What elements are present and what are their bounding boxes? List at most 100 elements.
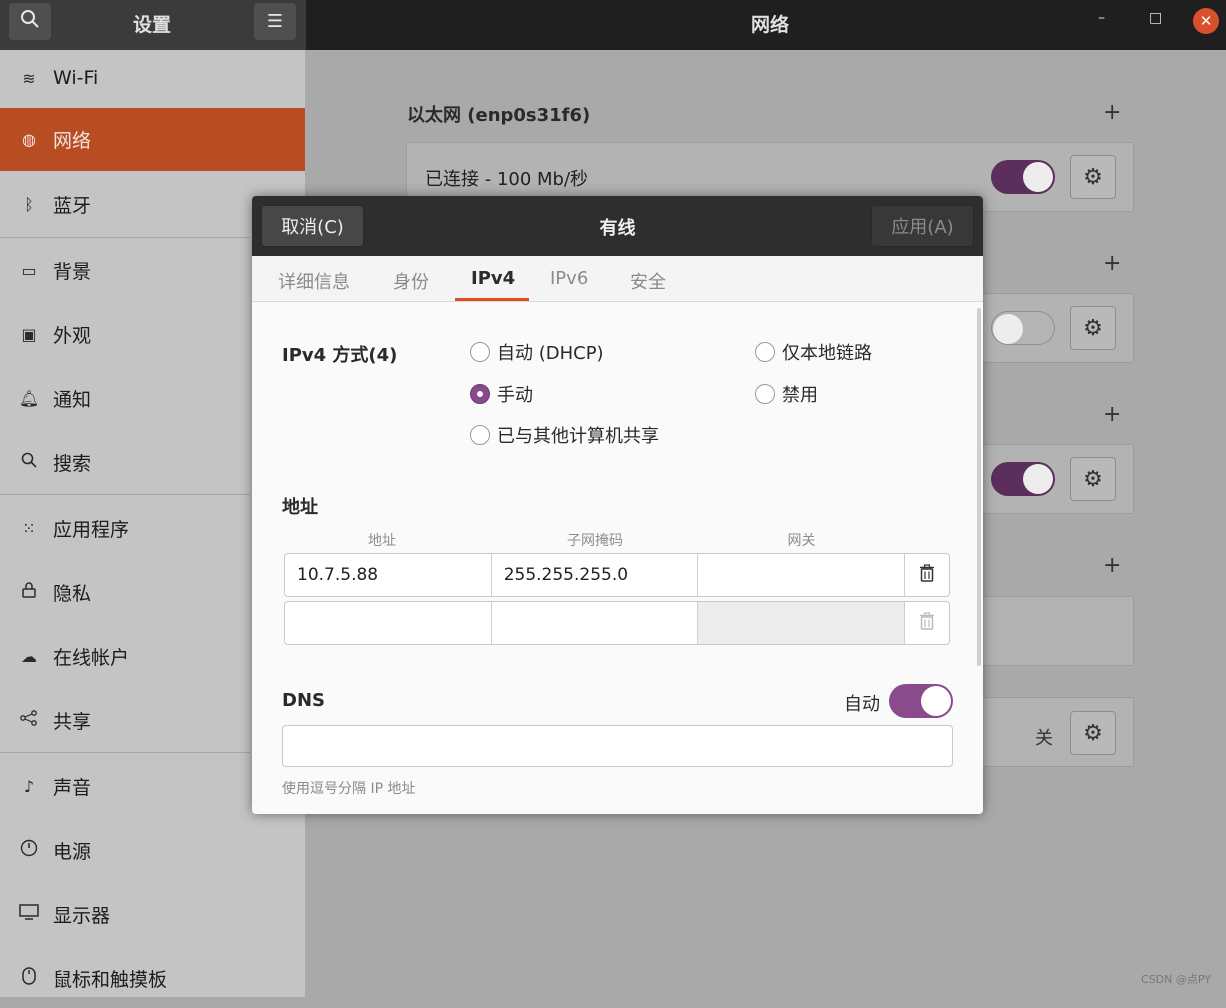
- wifi-icon: ≋: [22, 68, 36, 88]
- bell-icon: 🔔︎: [18, 388, 40, 408]
- add-connection-button[interactable]: +: [1103, 251, 1121, 276]
- connection-settings-button[interactable]: ⚙: [1070, 457, 1116, 501]
- watermark: CSDN @点PY: [1141, 973, 1211, 986]
- radio-label: 手动: [497, 385, 533, 406]
- radio-shared[interactable]: 已与其他计算机共享: [470, 422, 659, 448]
- gateway-input[interactable]: [698, 602, 906, 644]
- dns-input[interactable]: [282, 725, 953, 767]
- lock-icon: [18, 582, 40, 602]
- delete-row-button[interactable]: [905, 554, 949, 596]
- scrollbar[interactable]: [977, 308, 981, 666]
- gear-icon: ⚙: [1083, 466, 1103, 492]
- gear-icon: ⚙: [1083, 164, 1103, 190]
- radio-link-local[interactable]: 仅本地链路: [755, 339, 872, 365]
- sidebar-item-label: 网络: [53, 130, 92, 152]
- column-header-netmask: 子网掩码: [567, 533, 623, 549]
- gear-icon: ⚙: [1083, 720, 1103, 746]
- network-icon: ◍: [22, 130, 36, 149]
- radio-indicator: [470, 425, 490, 445]
- radio-manual[interactable]: 手动: [470, 381, 533, 407]
- sidebar-item-label: 显示器: [53, 904, 111, 927]
- panel-headerbar: 网络 – □: [306, 0, 1226, 50]
- sidebar-item-wifi[interactable]: ≋ Wi-Fi: [0, 48, 305, 108]
- appearance-icon: ▣: [21, 324, 37, 344]
- sidebar-item-label: 隐私: [53, 582, 92, 605]
- power-icon: [18, 839, 40, 861]
- dns-hint: 使用逗号分隔 IP 地址: [282, 781, 416, 797]
- sidebar-item-mouse[interactable]: 鼠标和触摸板: [0, 948, 305, 1008]
- radio-auto-dhcp[interactable]: 自动 (DHCP): [470, 339, 604, 365]
- dialog-tabs: 详细信息 身份 IPv4 IPv6 安全: [252, 256, 983, 302]
- hamburger-icon: ☰: [266, 11, 284, 32]
- share-icon: [18, 710, 40, 730]
- sidebar-item-label: 外观: [53, 324, 92, 347]
- sidebar-item-label: 在线帐户: [53, 646, 130, 669]
- wired-dialog: 取消(C) 有线 应用(A) 详细信息 身份 IPv4 IPv6 安全 IPv4…: [252, 196, 983, 814]
- sidebar-item-label: 背景: [53, 260, 92, 283]
- mouse-icon: [18, 967, 40, 989]
- search-button[interactable]: [9, 3, 51, 40]
- ethernet-settings-button[interactable]: ⚙: [1070, 155, 1116, 199]
- connection-toggle[interactable]: [991, 462, 1055, 496]
- add-connection-button[interactable]: +: [1103, 553, 1121, 578]
- close-button[interactable]: ✕: [1193, 8, 1219, 34]
- plus-icon: +: [1103, 251, 1122, 276]
- netmask-input[interactable]: 255.255.255.0: [492, 554, 699, 596]
- connection-settings-button[interactable]: ⚙: [1070, 306, 1116, 350]
- tab-ipv6[interactable]: IPv6: [550, 268, 588, 289]
- close-icon: ✕: [1199, 12, 1213, 30]
- ipv4-method-label: IPv4 方式(4): [282, 345, 398, 366]
- dialog-header: 取消(C) 有线 应用(A): [252, 196, 983, 256]
- tab-security[interactable]: 安全: [630, 268, 666, 294]
- sidebar-item-network[interactable]: ◍ 网络: [0, 108, 305, 171]
- connection-toggle[interactable]: [991, 311, 1055, 345]
- plus-icon: +: [1103, 553, 1122, 578]
- address-input[interactable]: [285, 602, 492, 644]
- ethernet-toggle[interactable]: [991, 160, 1055, 194]
- tab-ipv4[interactable]: IPv4: [471, 268, 515, 289]
- tab-identity[interactable]: 身份: [393, 268, 429, 294]
- display-icon: [18, 904, 40, 924]
- add-connection-button[interactable]: +: [1103, 402, 1121, 427]
- plus-icon: +: [1103, 402, 1122, 427]
- sidebar-item-label: 通知: [53, 388, 92, 411]
- trash-icon: [919, 563, 935, 587]
- ethernet-section-title: 以太网 (enp0s31f6): [407, 105, 591, 126]
- proxy-status: 关: [1035, 728, 1053, 749]
- apply-button[interactable]: 应用(A): [871, 205, 974, 247]
- radio-indicator-selected: [470, 384, 490, 404]
- trash-icon: [919, 611, 935, 635]
- active-tab-indicator: [455, 298, 529, 301]
- sidebar-separator: [0, 494, 250, 495]
- minimize-button[interactable]: –: [1098, 10, 1105, 26]
- music-icon: ♪: [23, 776, 35, 796]
- menu-button[interactable]: ☰: [254, 3, 296, 40]
- sidebar-item-label: 电源: [53, 840, 92, 863]
- radio-disabled[interactable]: 禁用: [755, 381, 818, 407]
- delete-row-button[interactable]: [905, 602, 949, 644]
- sidebar-separator: [0, 237, 250, 238]
- sidebar-item-label: 搜索: [53, 452, 92, 475]
- proxy-settings-button[interactable]: ⚙: [1070, 711, 1116, 755]
- maximize-button[interactable]: □: [1149, 10, 1162, 26]
- sidebar-item-power[interactable]: 电源: [0, 820, 305, 880]
- sidebar-item-label: 应用程序: [53, 518, 130, 541]
- radio-label: 自动 (DHCP): [497, 343, 604, 364]
- search-icon: [18, 452, 40, 472]
- netmask-input[interactable]: [492, 602, 699, 644]
- search-icon: [20, 9, 40, 34]
- gear-icon: ⚙: [1083, 315, 1103, 341]
- address-input[interactable]: 10.7.5.88: [285, 554, 492, 596]
- radio-label: 仅本地链路: [782, 343, 872, 364]
- sidebar-item-displays[interactable]: 显示器: [0, 884, 305, 944]
- tab-details[interactable]: 详细信息: [278, 268, 350, 294]
- sidebar-item-label: 鼠标和触摸板: [53, 968, 168, 991]
- column-header-address: 地址: [368, 533, 396, 549]
- radio-label: 已与其他计算机共享: [497, 426, 659, 447]
- app-title: 设置: [133, 14, 172, 36]
- plus-icon: +: [1103, 100, 1122, 125]
- gateway-input[interactable]: [698, 554, 906, 596]
- column-header-gateway: 网关: [787, 533, 816, 549]
- dns-auto-toggle[interactable]: [889, 684, 953, 718]
- add-connection-button[interactable]: +: [1103, 100, 1121, 125]
